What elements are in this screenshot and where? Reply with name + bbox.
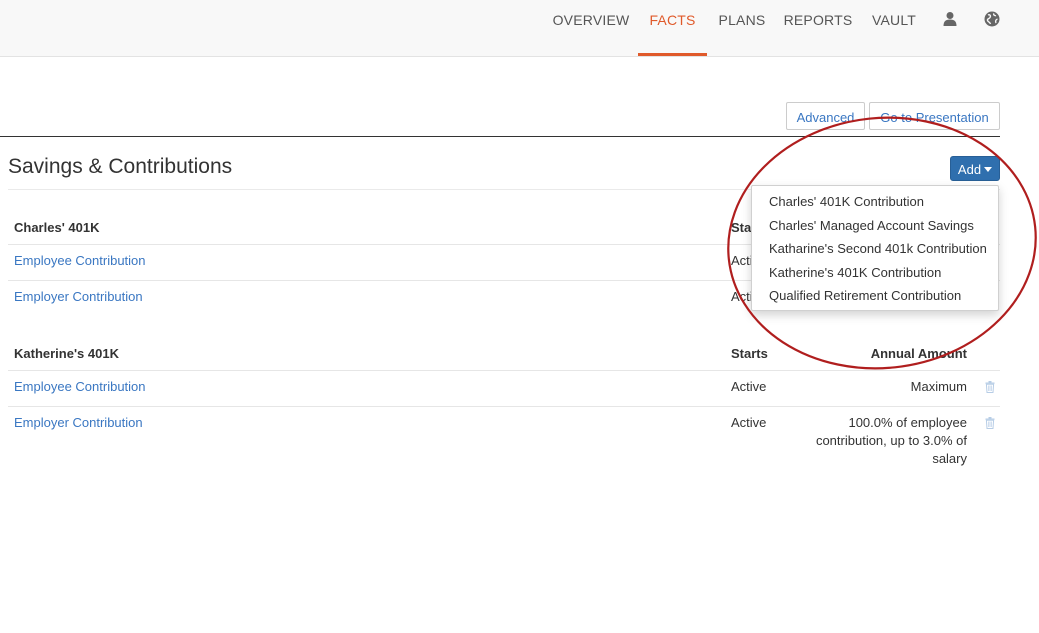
add-button-label: Add [957,162,982,177]
advanced-button[interactable]: Advanced [786,102,865,130]
charles-employer-contribution-link[interactable]: Employer Contribution [14,289,143,304]
trash-icon[interactable] [985,416,995,429]
row-divider [8,406,1000,407]
menu-item-katharine-second-401k-contribution[interactable]: Katharine's Second 401k Contribution [769,241,987,256]
katherine-employee-contribution-link[interactable]: Employee Contribution [14,379,146,394]
main-nav: OVERVIEW FACTS PLANS REPORTS VAULT [0,0,1039,56]
header-divider [0,136,1000,137]
menu-item-charles-managed-account-savings[interactable]: Charles' Managed Account Savings [769,218,974,233]
page-title: Savings & Contributions [8,155,233,178]
menu-item-qualified-retirement-contribution[interactable]: Qualified Retirement Contribution [769,288,961,303]
starts-column-header: Starts [731,346,768,361]
globe-icon[interactable] [984,11,1000,27]
nav-facts[interactable]: FACTS [638,0,707,56]
starts-cell: Active [731,379,767,394]
nav-overview[interactable]: OVERVIEW [551,0,631,56]
trash-icon[interactable] [985,380,995,393]
menu-item-charles-401k-contribution[interactable]: Charles' 401K Contribution [769,194,924,209]
row-divider [8,370,1000,371]
nav-vault[interactable]: VAULT [866,0,922,56]
starts-cell: Active [731,415,767,430]
menu-item-katherine-401k-contribution[interactable]: Katherine's 401K Contribution [769,265,941,280]
top-navbar: OVERVIEW FACTS PLANS REPORTS VAULT [0,0,1039,57]
charles-employee-contribution-link[interactable]: Employee Contribution [14,253,146,268]
user-icon[interactable] [942,11,958,27]
group-title-katherine-401k: Katherine's 401K [14,346,119,361]
annual-amount-cell: Maximum [910,379,967,394]
add-dropdown-menu: Charles' 401K Contribution Charles' Mana… [751,185,999,311]
group-title-charles-401k: Charles' 401K [14,220,100,235]
annual-amount-column-header: Annual Amount [870,346,967,361]
caret-down-icon [984,167,993,172]
annual-amount-cell: 100.0% of employee contribution, up to 3… [815,415,967,466]
add-button[interactable]: Add [950,156,1000,181]
katherine-employer-contribution-link[interactable]: Employer Contribution [14,415,143,430]
nav-plans[interactable]: PLANS [714,0,770,56]
go-to-presentation-button[interactable]: Go to Presentation [869,102,1000,130]
nav-reports[interactable]: REPORTS [782,0,854,56]
